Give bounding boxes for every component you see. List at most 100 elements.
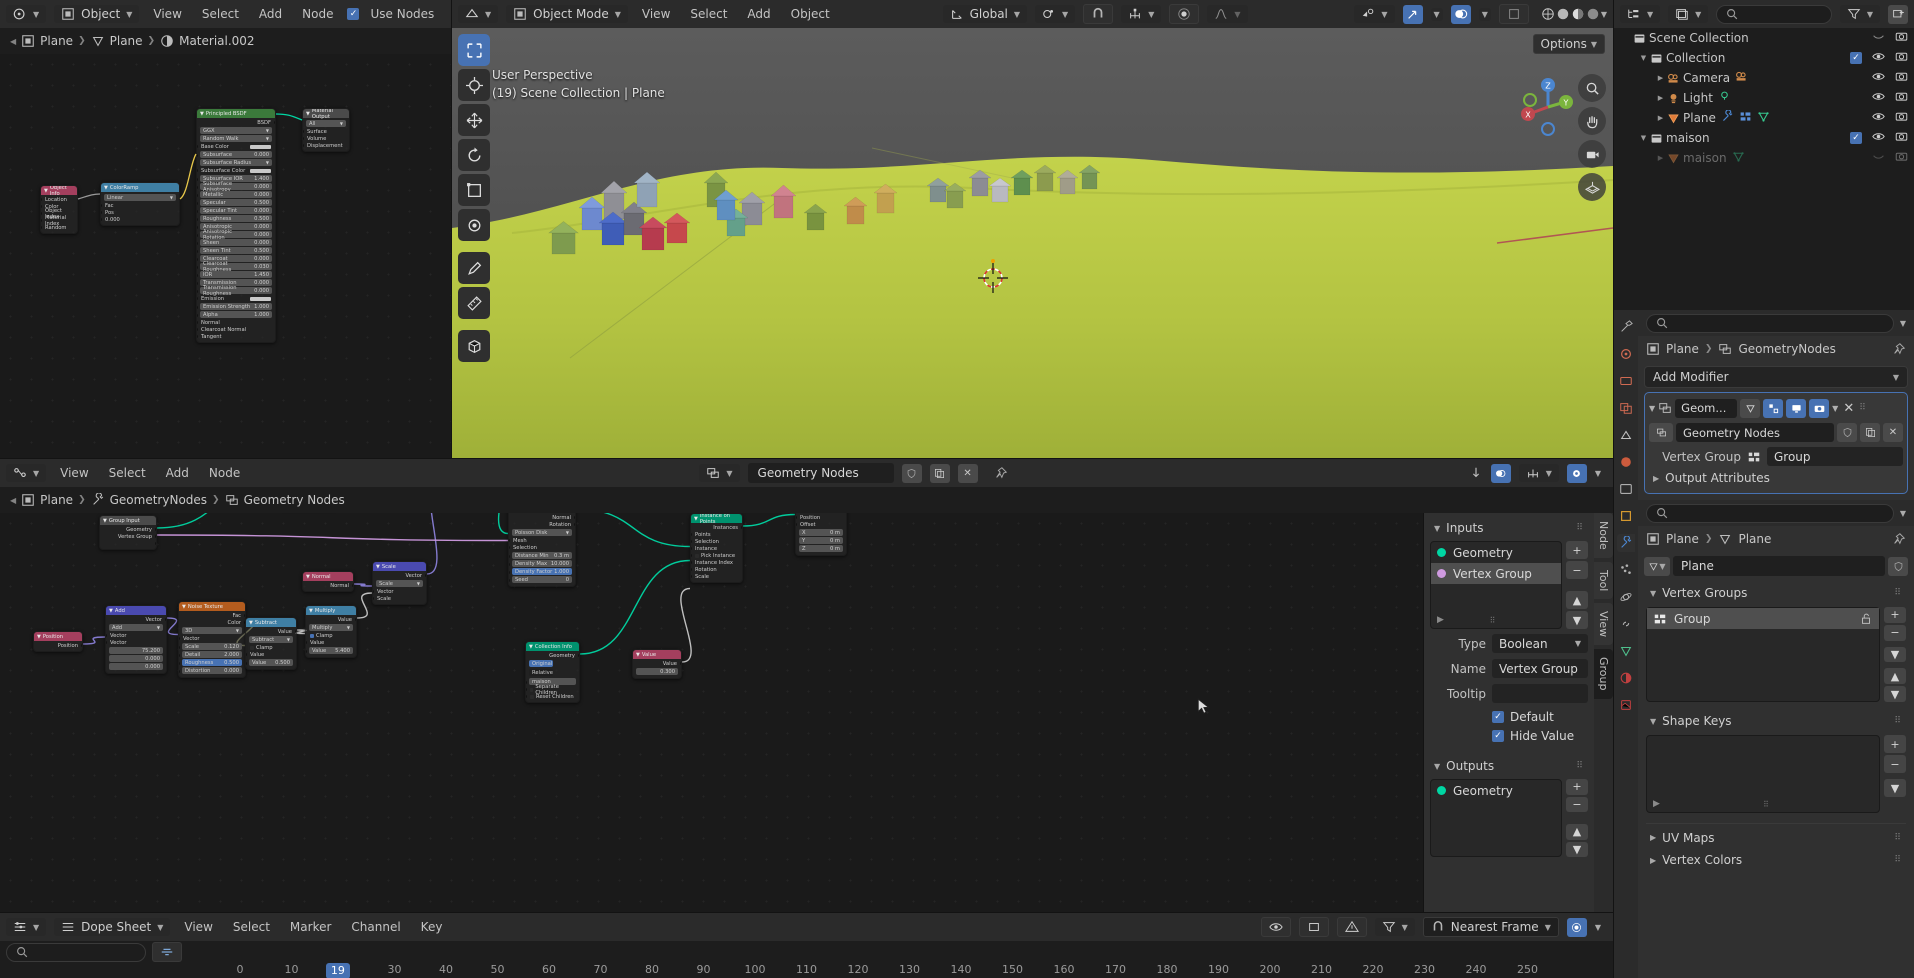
socket-dot[interactable] — [154, 527, 156, 532]
sidebar-tab-tool[interactable]: Tool — [1594, 561, 1613, 600]
geo-bc-object[interactable]: Plane — [40, 493, 73, 507]
move-input-down-button[interactable]: ▼ — [1566, 611, 1588, 629]
input-item-vertex-group[interactable]: Vertex Group — [1431, 563, 1561, 584]
node-input-field[interactable]: Distortion 0.000 — [182, 667, 242, 674]
node-subtract-math[interactable]: ▼ Subtract Value Subtract ▼ Clamp Value Value 0.… — [245, 617, 297, 670]
object-mode-selector[interactable]: Object Mode ▼ — [506, 5, 628, 23]
move-vertex-group-up-button[interactable]: ▲ — [1884, 668, 1906, 685]
mesh-name-field[interactable]: Plane — [1673, 556, 1885, 576]
node-input-field[interactable]: Roughness 0.500 — [182, 659, 242, 666]
socket-dot[interactable] — [164, 617, 166, 622]
vertex-group-value-field[interactable]: Group — [1767, 447, 1903, 466]
node-input-socket[interactable]: Mesh — [509, 537, 575, 544]
outliner-visibility-icon[interactable] — [1872, 110, 1885, 126]
node-add-vector-math[interactable]: ▼ Add Vector Add ▼ Vector Vector 75.200 0.000 0.0… — [105, 605, 167, 674]
socket-dot[interactable] — [796, 522, 798, 527]
vertex-group-item[interactable]: Group — [1647, 608, 1879, 629]
uv-maps-section-header[interactable]: ▶ UV Maps ⠿ — [1646, 823, 1906, 845]
proportional-falloff-selector[interactable]: ▼ — [1207, 5, 1248, 23]
node-input-socket[interactable]: Clearcoat Normal — [197, 326, 275, 333]
socket-dot[interactable] — [373, 596, 375, 601]
socket-dot[interactable] — [243, 613, 245, 618]
socket-dot[interactable] — [179, 661, 181, 665]
use-nodes-toggle[interactable]: ✓ Use Nodes — [347, 5, 440, 23]
outliner-expander[interactable]: ▶ — [1654, 154, 1667, 162]
socket-dot[interactable] — [691, 574, 693, 579]
collection-tab[interactable] — [1617, 480, 1635, 498]
gizmo-toggle[interactable] — [1402, 4, 1423, 24]
modifier-name-field[interactable]: Geom... — [1675, 398, 1738, 418]
outliner-expander[interactable]: ▶ — [1654, 74, 1667, 82]
outliner-row-camera[interactable]: ▶ Camera — [1614, 68, 1914, 88]
texture-tab[interactable] — [1617, 696, 1635, 714]
modifier-breadcrumb-object[interactable]: Plane — [1666, 342, 1699, 356]
node-input-socket[interactable]: Position — [796, 514, 846, 521]
scale-tool[interactable] — [458, 174, 490, 206]
outliner-render-icon[interactable] — [1895, 110, 1908, 126]
menu-select[interactable]: Select — [196, 5, 245, 23]
breadcrumb-object[interactable]: Plane — [40, 34, 73, 48]
socket-dot[interactable] — [526, 687, 528, 692]
shader-node-principled-bsdf[interactable]: ▼ Principled BSDF BSDF GGX ▼ Random Walk ▼ Base… — [196, 108, 276, 343]
node-group-input[interactable]: ▼ Group Input Geometry Vertex Group — [99, 515, 157, 550]
hand-icon[interactable] — [1578, 107, 1606, 135]
outliner-visibility-icon[interactable] — [1872, 90, 1885, 106]
dope-menu-key[interactable]: Key — [415, 918, 449, 936]
modifier-breadcrumb-modifier[interactable]: GeometryNodes — [1738, 342, 1835, 356]
node-output-socket[interactable]: Vector — [373, 572, 426, 579]
dope-timeline[interactable]: 0102030405060708090100110120130140150160… — [0, 963, 1613, 978]
material-tab[interactable] — [1617, 669, 1635, 687]
unlink-node-group-icon[interactable]: ✕ — [1883, 423, 1903, 442]
geo-menu-add[interactable]: Add — [160, 464, 195, 482]
node-output-socket[interactable]: BSDF — [197, 119, 275, 126]
viewport-options-button[interactable]: Options ▼ — [1532, 34, 1605, 54]
realtime-toggle[interactable] — [1786, 398, 1807, 418]
node-input-socket[interactable]: Separate Children — [526, 684, 579, 696]
node-checkbox-row[interactable]: Clamp — [246, 644, 296, 651]
modifier-extras-chevron[interactable]: ▼ — [1832, 404, 1838, 413]
outliner-render-icon[interactable] — [1895, 30, 1908, 46]
grid-icon[interactable] — [1578, 173, 1606, 201]
visibility-selector[interactable]: ▼ — [1354, 5, 1395, 23]
menu-node[interactable]: Node — [296, 5, 339, 23]
outliner-checkbox[interactable]: ✓ — [1850, 52, 1862, 64]
socket-dot[interactable] — [373, 589, 375, 594]
sidebar-tab-node[interactable]: Node — [1594, 513, 1613, 558]
view-layer-tab[interactable] — [1617, 399, 1635, 417]
viewport-menu-view[interactable]: View — [636, 5, 676, 23]
breadcrumb-mesh[interactable]: Plane — [110, 34, 143, 48]
node-input-socket[interactable]: Location — [41, 196, 77, 203]
node-distribute-points-on-faces[interactable]: ▼Distribute Points on FacesPointsNormalR… — [508, 513, 576, 587]
breadcrumb-material[interactable]: Material.002 — [179, 34, 254, 48]
input-hide-value-row[interactable]: ✓ Hide Value — [1492, 729, 1588, 743]
remove-input-button[interactable]: − — [1566, 561, 1588, 579]
navigation-gizmo[interactable]: Z X Y — [1517, 76, 1579, 138]
node-input-field[interactable]: Seed 0 — [512, 576, 572, 583]
outliner-expander[interactable]: ▼ — [1637, 134, 1650, 142]
overlay-options[interactable]: ▼ — [1478, 7, 1491, 21]
snap-node-icon[interactable] — [1469, 466, 1483, 480]
material-shading-icon[interactable] — [1571, 7, 1585, 21]
node-collection-info[interactable]: ▼ Collection Info Geometry Original Relative… — [525, 641, 580, 703]
node-input-socket[interactable]: Surface — [303, 128, 349, 135]
node-input-socket[interactable]: Scale — [373, 595, 426, 602]
node-input-socket[interactable]: Selection — [509, 544, 575, 551]
node-input-field[interactable]: Distance Min 0.3 m — [512, 552, 572, 559]
pin-icon[interactable] — [1892, 532, 1906, 546]
node-input-socket[interactable]: Vector — [106, 639, 166, 646]
socket-dot[interactable] — [179, 636, 181, 641]
inputs-section-header[interactable]: ▼ Inputs ⠿ — [1430, 517, 1588, 539]
transform-tool[interactable] — [458, 209, 490, 241]
vertex-colors-section-header[interactable]: ▶ Vertex Colors ⠿ — [1646, 849, 1906, 871]
zoom-icon[interactable] — [1578, 74, 1606, 102]
node-output-socket[interactable]: Value — [306, 616, 356, 623]
outliner-search-input[interactable] — [1716, 4, 1832, 24]
node-position[interactable]: ▼ Position Position — [33, 631, 83, 652]
viewport-menu-add[interactable]: Add — [741, 5, 776, 23]
viewport-menu-object[interactable]: Object — [785, 5, 836, 23]
socket-dot[interactable] — [740, 525, 742, 530]
geo-menu-node[interactable]: Node — [203, 464, 246, 482]
socket-dot[interactable] — [306, 649, 308, 653]
snap-toggle[interactable] — [1083, 4, 1114, 24]
node-input-socket[interactable]: Scale — [691, 573, 742, 580]
